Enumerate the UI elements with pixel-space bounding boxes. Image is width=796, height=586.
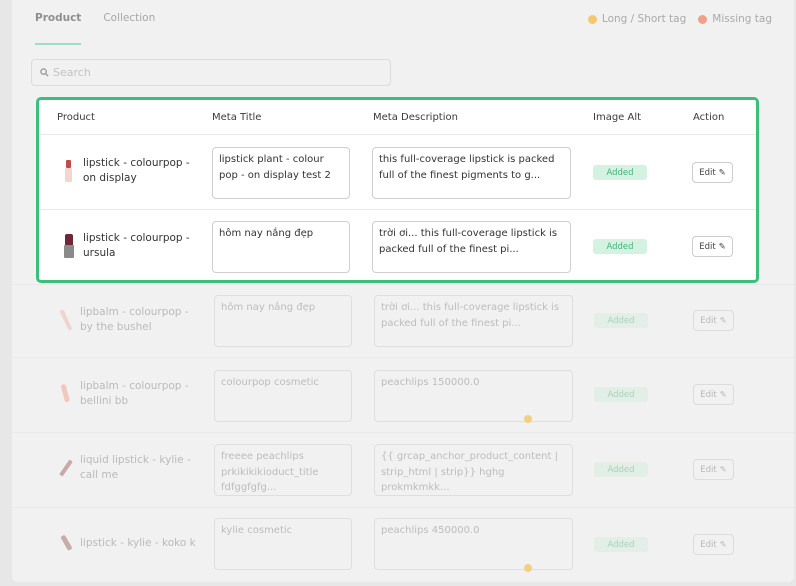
table-row: lipbalm - colourpop - bellini bb [58,379,192,409]
tab-bar: Product Collection [35,12,155,45]
product-thumbnail [58,381,73,407]
short-tag-indicator [524,415,532,423]
legend-label: Missing tag [712,13,772,25]
row-divider [39,209,756,210]
pencil-icon: ✎ [718,241,726,252]
legend-label: Long / Short tag [601,13,687,25]
meta-description-field[interactable]: peachlips 450000.0 [374,518,573,570]
meta-description-field[interactable]: this full-coverage lipstick is packed fu… [372,147,571,199]
product-name: lipbalm - colourpop - by the bushel [80,306,189,333]
row-divider [12,432,794,433]
meta-title-field[interactable]: hôm nay nắng đẹp [214,295,352,347]
image-alt-badge: Added [593,239,647,254]
legend-long-short: Long / Short tag [587,13,687,25]
image-alt-badge: Added [594,313,648,328]
tab-collection[interactable]: Collection [103,12,155,45]
highlighted-table-section: Product Meta Title Meta Description Imag… [36,97,759,283]
seo-panel: Product Collection Long / Short tag Miss… [12,0,794,582]
table-row: lipstick - kylie - koko k [58,530,200,556]
meta-title-field[interactable]: freeee peachlips prkikikikioduct_title f… [214,444,352,496]
header-meta-title: Meta Title [212,112,262,123]
pencil-icon: ✎ [718,167,726,178]
orange-dot-icon [698,14,708,24]
yellow-dot-icon [587,14,597,24]
product-name: lipstick - colourpop - on display [83,157,190,184]
pencil-icon: ✎ [719,539,727,550]
meta-title-field[interactable]: kylie cosmetic [214,518,352,570]
product-thumbnail [58,530,73,556]
table-row: lipstick - colourpop - on display [61,156,193,186]
search-box [31,59,391,86]
image-alt-badge: Added [593,165,647,180]
row-divider [39,134,756,135]
edit-label: Edit [700,315,717,326]
product-name: liquid lipstick - kylie - call me [80,454,191,481]
pencil-icon: ✎ [719,464,727,475]
row-divider [12,284,794,285]
legend: Long / Short tag Missing tag [587,13,772,25]
product-thumbnail [58,307,73,333]
row-divider [12,357,794,358]
header-meta-description: Meta Description [373,112,458,123]
meta-description-field[interactable]: {{ grcap_anchor_product_content | strip_… [374,444,573,496]
short-tag-indicator [524,564,532,572]
product-name: lipbalm - colourpop - bellini bb [80,380,189,407]
table-row: liquid lipstick - kylie - call me [58,453,192,483]
pencil-icon: ✎ [719,315,727,326]
meta-description-field[interactable]: trời ơi... this full-coverage lipstick i… [374,295,573,347]
row-divider [12,507,794,508]
edit-button[interactable]: Edit ✎ [693,534,734,555]
meta-description-field[interactable]: trời ơi... this full-coverage lipstick i… [372,221,571,273]
edit-label: Edit [699,241,716,252]
table-row: lipbalm - colourpop - by the bushel [58,305,192,335]
edit-button[interactable]: Edit ✎ [692,236,733,257]
edit-button[interactable]: Edit ✎ [692,162,733,183]
product-thumbnail [58,455,73,481]
meta-title-field[interactable]: lipstick plant - colour pop - on display… [212,147,350,199]
meta-title-field[interactable]: hôm nay nắng đẹp [212,221,350,273]
meta-title-field[interactable]: colourpop cosmetic [214,370,352,422]
image-alt-badge: Added [594,537,648,552]
header-product: Product [57,112,95,123]
legend-missing: Missing tag [698,13,772,25]
product-name: lipstick - kylie - koko k [80,536,196,549]
header-image-alt: Image Alt [593,112,642,123]
meta-description-field[interactable]: peachlips 150000.0 [374,370,573,422]
edit-label: Edit [700,464,717,475]
edit-button[interactable]: Edit ✎ [693,459,734,480]
image-alt-badge: Added [594,387,648,402]
edit-button[interactable]: Edit ✎ [693,384,734,405]
search-input[interactable] [53,66,373,79]
product-thumbnail [61,233,76,259]
edit-button[interactable]: Edit ✎ [693,310,734,331]
edit-label: Edit [700,389,717,400]
header-action: Action [693,112,725,123]
table-row: lipstick - colourpop - ursula [61,231,193,261]
search-icon [40,68,49,77]
pencil-icon: ✎ [719,389,727,400]
edit-label: Edit [700,539,717,550]
image-alt-badge: Added [594,462,648,477]
product-name: lipstick - colourpop - ursula [83,232,190,259]
edit-label: Edit [699,167,716,178]
tab-product[interactable]: Product [35,12,82,45]
product-thumbnail [61,158,76,184]
